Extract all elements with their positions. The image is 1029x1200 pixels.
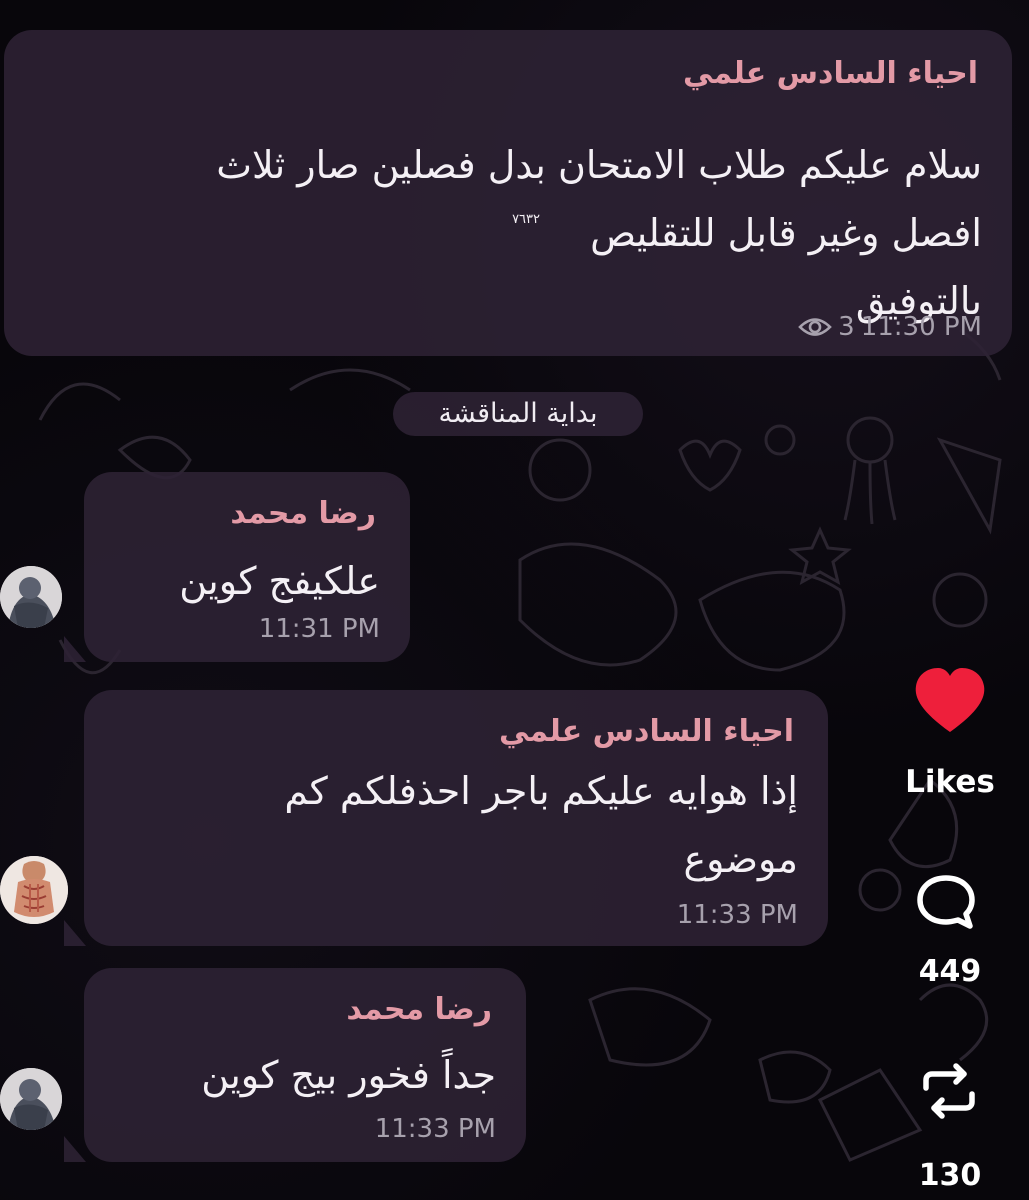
comment-button[interactable]	[912, 872, 982, 932]
message-bubble[interactable]: احياء السادس علمي إذا هوايه عليكم باجر ا…	[84, 690, 828, 946]
message-meta: 11:33 PM	[375, 1114, 496, 1144]
bubble-tail	[64, 920, 86, 946]
message-time: 11:33 PM	[676, 900, 798, 930]
bubble-tail	[64, 1136, 86, 1162]
eye-icon	[798, 318, 832, 336]
message-bubble[interactable]: رضا محمد جداً فخور بيج كوين 11:33 PM	[84, 968, 526, 1162]
speech-bubble-icon	[917, 875, 975, 929]
like-button[interactable]	[912, 666, 988, 736]
likes-label: Likes	[905, 764, 995, 800]
sender-name[interactable]: رضا محمد	[346, 992, 492, 1027]
message-meta: 3 11:30 PM	[798, 312, 982, 342]
sender-name[interactable]: رضا محمد	[230, 496, 376, 531]
repost-arrows-icon	[923, 1063, 975, 1119]
avatar-image	[0, 1068, 62, 1130]
message-meta: 11:31 PM	[259, 614, 380, 644]
message-meta: 11:33 PM	[677, 900, 798, 930]
message-time: 11:31 PM	[258, 614, 380, 644]
avatar-image	[0, 566, 62, 628]
reposts-count: 130	[918, 1158, 982, 1193]
message-line: علكيفج كوين	[179, 559, 380, 603]
comments-count: 449	[918, 954, 982, 989]
message-bubble[interactable]: احياء السادس علمي سلام عليكم طلاب الامتح…	[4, 30, 1012, 356]
view-count: 3	[838, 312, 855, 342]
message-time: 11:33 PM	[374, 1114, 496, 1144]
message-line: افصل وغير قابل للتقليص	[590, 211, 982, 255]
avatar-image	[0, 856, 68, 924]
message-line: إذا هوايه عليكم باجر احذفلكم كم	[284, 769, 798, 813]
repost-button[interactable]	[914, 1058, 984, 1124]
avatar[interactable]	[0, 566, 62, 628]
avatar[interactable]	[0, 856, 68, 924]
message-line: موضوع	[683, 837, 798, 881]
avatar[interactable]	[0, 1068, 62, 1130]
sender-name[interactable]: احياء السادس علمي	[499, 714, 794, 749]
sender-name[interactable]: احياء السادس علمي	[683, 56, 978, 91]
message-line: سلام عليكم طلاب الامتحان بدل فصلين صار ث…	[216, 143, 982, 187]
message-time: 11:30 PM	[860, 312, 982, 342]
message-superscript: ٣٢‏٧٦	[512, 212, 540, 227]
message-line: جداً فخور بيج كوين	[201, 1053, 496, 1097]
chat-screen: احياء السادس علمي سلام عليكم طلاب الامتح…	[0, 0, 1029, 1200]
date-divider: بداية المناقشة	[393, 392, 643, 436]
message-bubble[interactable]: رضا محمد علكيفج كوين 11:31 PM	[84, 472, 410, 662]
heart-icon	[915, 668, 985, 732]
bubble-tail	[64, 636, 86, 662]
